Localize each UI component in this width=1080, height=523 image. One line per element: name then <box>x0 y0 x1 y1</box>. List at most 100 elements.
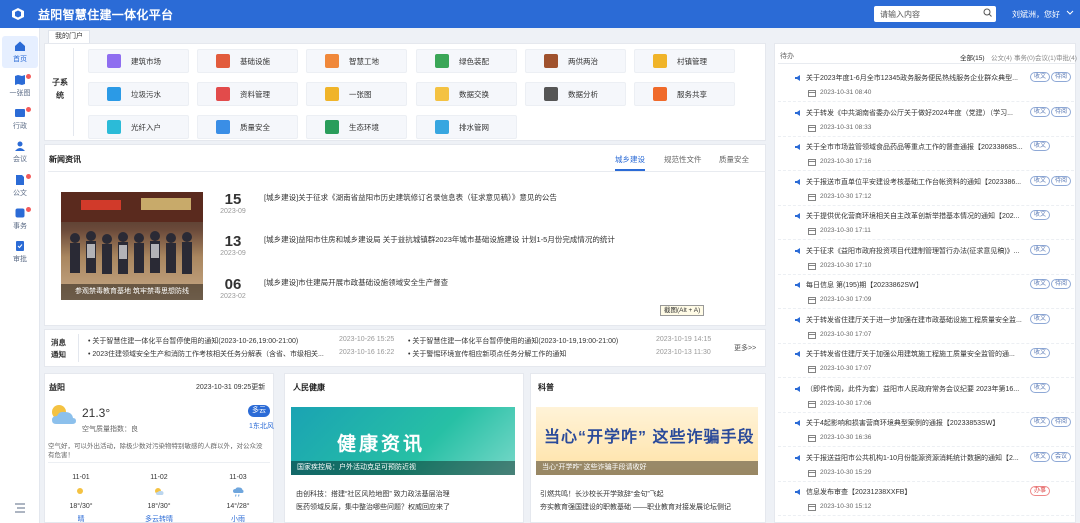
subsystem-button[interactable]: 质量安全 <box>197 115 298 139</box>
todo-item[interactable]: 关于4起影响和损害营商环境典型案例的通报【20233853SW】 2023-10-… <box>778 413 1074 447</box>
sidebar-item-document[interactable]: 公文 <box>2 170 38 202</box>
filter-all[interactable]: 全部(15) <box>960 52 985 62</box>
news-photo-caption: 参观禁毒教育基地 筑牢禁毒思想防线 <box>61 284 203 300</box>
message-item[interactable]: • 关于智慧住建一体化平台暂停使用的通知(2023-10-26,19:00-21… <box>88 336 298 346</box>
health-title: 人民健康 <box>293 383 325 392</box>
subsystem-button[interactable]: 生态环境 <box>306 115 407 139</box>
filter-meetings[interactable]: 会议(1) <box>1035 52 1056 62</box>
tab-quality-safety[interactable]: 质量安全 <box>719 154 749 165</box>
calendar-icon <box>808 331 816 341</box>
health-link[interactable]: 由创科技：搭建“社区风险地图” 致力政法基层治理 <box>296 489 450 499</box>
subsystem-button[interactable]: 一张图 <box>306 82 407 106</box>
tab-my-portal[interactable]: 我的门户 <box>48 30 90 43</box>
health-banner-caption: 国家疾控局：户外活动克足可预防近视 <box>291 461 515 475</box>
subsystem-button[interactable]: 绿色装配 <box>416 49 517 73</box>
search-icon[interactable] <box>983 8 992 19</box>
todo-item-title[interactable]: 关于全市市场监管领域食品药品等重点工作的督查通报【20233868S... <box>806 142 1023 152</box>
science-link[interactable]: 引燃共鸣！长沙校长开学致辞“金句”飞起 <box>540 489 664 499</box>
meeting-icon <box>15 141 25 151</box>
forecast-date: 11-02 <box>150 474 168 481</box>
health-banner[interactable]: 健康资讯 国家疾控局：户外活动克足可预防近视 <box>291 407 515 475</box>
todo-item-date: 2023-10-30 17:07 <box>820 365 872 372</box>
todo-item[interactable]: 关于2023年度1-6月全市12345政务服务便民热线服务企业群众典型... 20… <box>778 68 1074 102</box>
todo-item[interactable]: 关于全市市场监管领域食品药品等重点工作的督查通报【20233868S... 202… <box>778 137 1074 171</box>
subsystem-button[interactable]: 排水管网 <box>416 115 517 139</box>
tab-regulations[interactable]: 规范性文件 <box>664 154 702 165</box>
forecast-temp: 18°/30° <box>69 503 93 510</box>
message-item[interactable]: • 2023住建领域安全生产和消防工作考核相关任务分解表（含省、市级相关... <box>88 349 324 359</box>
news-item-link[interactable]: [城乡建设]益阳市住房和城乡建设局 关于益抗城镇群2023年城市基础设施建设 计… <box>264 234 615 245</box>
subsystem-button[interactable]: 资料管理 <box>197 82 298 106</box>
subsystem-button[interactable]: 基础设施 <box>197 49 298 73</box>
weather-condition-badge: 多云 <box>248 405 270 417</box>
subsystem-icon <box>216 87 230 101</box>
forecast-temp: 14°/28° <box>226 503 250 510</box>
air-quality: 空气质量指数：良 <box>82 426 138 433</box>
todo-item-title[interactable]: 每日信息 第(195)期【20233862SW】 <box>806 280 923 290</box>
health-link[interactable]: 医药领域反腐，集中整治哪些问题？权威回应来了 <box>296 502 450 512</box>
subsystem-label: 资料管理 <box>240 89 270 99</box>
todo-item[interactable]: 信息发布审查【20231238XXFB】 2023-10-30 15:12 办事 <box>778 482 1074 516</box>
todo-item-title[interactable]: 关于转发《中共湖南省委办公厅关于做好2024年度（党建）（学习... <box>806 108 1013 118</box>
subsystem-icon <box>435 120 449 134</box>
todo-item-title[interactable]: 关于报送市直单位平安建设考核基础工作台帐资料的通知【2023386... <box>806 177 1021 187</box>
todo-item-title[interactable]: 关于报送益阳市公共机构1-10月份能源资源消耗统计数据的通知【2... <box>806 453 1019 463</box>
todo-item-title[interactable]: 关于4起影响和损害营商环境典型案例的通报【20233853SW】 <box>806 418 999 428</box>
subsystem-button[interactable]: 服务共享 <box>634 82 735 106</box>
todo-item[interactable]: （即件传阅，此件为套）益阳市人民政府常务会议纪要 2023年第16... 2023… <box>778 379 1074 413</box>
todo-item[interactable]: 每日信息 第(195)期【20233862SW】 2023-10-30 17:09… <box>778 275 1074 309</box>
todo-item[interactable]: 关于报送市直单位平安建设考核基础工作台帐资料的通知【2023386... 2023… <box>778 172 1074 206</box>
todo-tag: 待阅 <box>1051 279 1072 289</box>
subsystem-icon <box>107 87 121 101</box>
sidebar-item-meeting[interactable]: 会议 <box>2 136 38 168</box>
more-link[interactable]: 更多>> <box>734 343 756 353</box>
forecast-date: 11-03 <box>229 474 247 481</box>
filter-affairs[interactable]: 事务(0) <box>1014 52 1035 62</box>
message-item[interactable]: • 关于智慧住建一体化平台暂停使用的通知(2023-10-19,19:00-21… <box>408 336 618 346</box>
todo-item[interactable]: 关于转发省住建厅关于加强公用建筑施工程施工质量安全监管的通... 2023-10-… <box>778 344 1074 378</box>
search-input[interactable]: 请输入内容 <box>874 6 996 22</box>
todo-item[interactable]: 关于转发《中共湖南省委办公厅关于做好2024年度（党建）（学习... 2023-1… <box>778 103 1074 137</box>
todo-item[interactable]: 关于报送益阳市公共机构1-10月份能源资源消耗统计数据的通知【2... 2023-… <box>778 448 1074 482</box>
message-item[interactable]: • 关于警惕环境宣传相应新项点任务分解工作的通知 <box>408 349 566 359</box>
todo-item-date: 2023-10-30 15:29 <box>820 468 872 476</box>
todo-item[interactable]: 关于提供优化营商环境相关自主改革创新举措基本情况的通知【202... 2023-1… <box>778 206 1074 240</box>
todo-item[interactable]: 关于征求《益阳市政府投资项目代建制管理暂行办法(征求意见稿)》... 2023-1… <box>778 241 1074 275</box>
news-photo[interactable]: 参观禁毒教育基地 筑牢禁毒思想防线 <box>61 192 203 300</box>
subsystem-button[interactable]: 数据分析 <box>525 82 626 106</box>
subsystem-icon <box>435 54 449 68</box>
subsystem-button[interactable]: 两供两治 <box>525 49 626 73</box>
todo-item-title[interactable]: 关于转发省住建厅关于进一步加强在建市政基础设施工程质量安全监... <box>806 315 1022 325</box>
news-month: 2023-09 <box>220 208 246 215</box>
science-link[interactable]: 夯实教育强国建设的职教基础 ——职业教育对接发展论坛侧记 <box>540 502 731 512</box>
sidebar-item-map[interactable]: 一张图 <box>2 70 38 102</box>
subsystem-button[interactable]: 数据交换 <box>416 82 517 106</box>
todo-item-title[interactable]: 关于征求《益阳市政府投资项目代建制管理暂行办法(征求意见稿)》... <box>806 246 1020 256</box>
sidebar-item-home[interactable]: 首页 <box>2 36 38 68</box>
filter-approvals[interactable]: 审批(4) <box>1056 52 1077 62</box>
wind-info: 1东北风 <box>249 423 274 430</box>
todo-item-title[interactable]: 信息发布审查【20231238XXFB】 <box>806 487 911 497</box>
todo-item-title[interactable]: 关于转发省住建厅关于加强公用建筑施工程施工质量安全监管的通... <box>806 349 1015 359</box>
news-item-link[interactable]: [城乡建设]关于征求《湖南省益阳市历史建筑修订名录信息表（征求意见稿）》意见的公… <box>264 192 557 203</box>
todo-item-title[interactable]: 关于提供优化营商环境相关自主改革创新举措基本情况的通知【202... <box>806 211 1020 221</box>
menu-toggle-icon[interactable] <box>14 503 26 515</box>
subsystem-button[interactable]: 垃圾污水 <box>88 82 189 106</box>
subsystem-button[interactable]: 智慧工地 <box>306 49 407 73</box>
filter-documents[interactable]: 公文(4) <box>991 52 1012 62</box>
todo-item-title[interactable]: （即件传阅，此件为套）益阳市人民政府常务会议纪要 2023年第16... <box>806 384 1019 394</box>
sidebar-item-admin[interactable]: 行政 <box>2 103 38 135</box>
todo-item[interactable]: 关于转发省住建厅关于进一步加强在建市政基础设施工程质量安全监... 2023-10… <box>778 310 1074 344</box>
sidebar-item-approval[interactable]: 审批 <box>2 236 38 268</box>
user-greeting[interactable]: 刘斌洲，您好 <box>1012 9 1060 20</box>
chevron-down-icon[interactable] <box>1066 8 1074 18</box>
science-banner[interactable]: 当心“开学咋” 这些诈骗手段 当心“开学咋” 这些诈骗手段请收好 <box>536 407 758 475</box>
todo-item-title[interactable]: 关于2023年度1-6月全市12345政务服务便民热线服务企业群众典型... <box>806 73 1018 83</box>
tab-urban-construction[interactable]: 城乡建设 <box>615 154 645 171</box>
subsystem-button[interactable]: 光纤入户 <box>88 115 189 139</box>
news-item-link[interactable]: [城乡建设]市住建局开展市政基础设施领域安全生产督查 <box>264 277 448 288</box>
subsystem-button[interactable]: 建筑市场 <box>88 49 189 73</box>
subsystem-button[interactable]: 村镇管理 <box>634 49 735 73</box>
sidebar-item-affairs[interactable]: 事务 <box>2 203 38 235</box>
megaphone-icon <box>794 143 802 153</box>
